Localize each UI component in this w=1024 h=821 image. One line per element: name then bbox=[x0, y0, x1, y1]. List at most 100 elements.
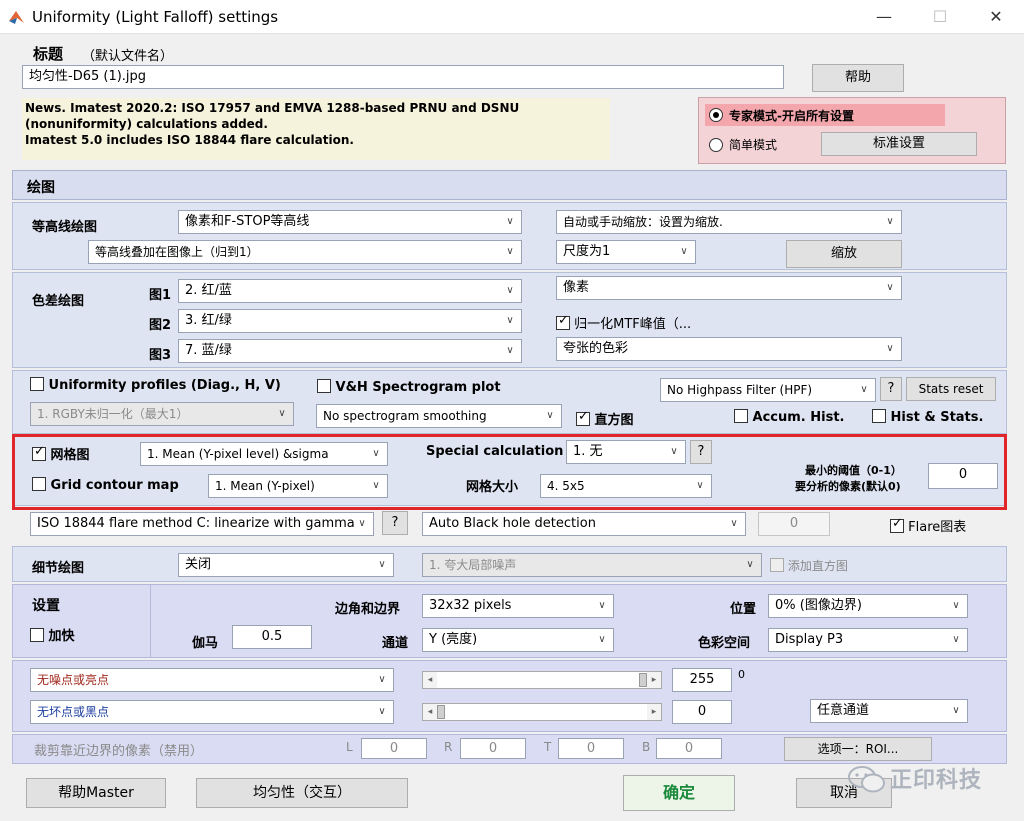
crop-label: 裁剪靠近边界的像素（禁用） bbox=[34, 744, 204, 759]
uniformity-profiles-option[interactable]: Uniformity profiles (Diag., H, V) bbox=[30, 377, 281, 393]
maximize-button[interactable]: ☐ bbox=[920, 4, 960, 30]
chevron-down-icon: ∨ bbox=[598, 634, 606, 645]
fig2-label: 图2 bbox=[149, 318, 172, 333]
plots-section-title: 绘图 bbox=[27, 180, 55, 196]
title-label: 标题 bbox=[33, 45, 64, 63]
title-bar: Uniformity (Light Falloff) settings — ☐ … bbox=[0, 0, 1024, 34]
flare-chart-option[interactable]: Flare图表 bbox=[890, 516, 966, 535]
add-histogram-option[interactable]: 添加直方图 bbox=[770, 557, 848, 574]
window-title: Uniformity (Light Falloff) settings bbox=[32, 8, 279, 26]
speedup-option[interactable]: 加快 bbox=[30, 625, 75, 644]
no-bad-select[interactable]: 无坏点或黑点 ∨ bbox=[30, 700, 394, 724]
upper-slider-thumb[interactable] bbox=[639, 673, 647, 687]
histogram-checkbox[interactable] bbox=[576, 409, 590, 426]
add-histogram-checkbox[interactable] bbox=[770, 558, 784, 572]
chevron-down-icon: ∨ bbox=[506, 345, 514, 356]
option-roi-button[interactable]: 选项一：ROI... bbox=[784, 737, 932, 761]
upper-slider[interactable]: ◂ ▸ bbox=[422, 671, 662, 689]
lower-value-input[interactable]: 0 bbox=[672, 700, 732, 724]
chevron-down-icon: ∨ bbox=[278, 408, 286, 419]
fig2-select[interactable]: 3. 红/绿 ∨ bbox=[178, 309, 522, 333]
expert-mode-radio[interactable] bbox=[709, 108, 723, 122]
gamma-input[interactable]: 0.5 bbox=[232, 625, 312, 649]
histogram-option[interactable]: 直方图 bbox=[576, 409, 634, 428]
lower-slider[interactable]: ◂ ▸ bbox=[422, 703, 662, 721]
position-select[interactable]: 0% (图像边界) ∨ bbox=[768, 594, 968, 618]
crop-r-input[interactable]: 0 bbox=[460, 738, 526, 759]
vh-spectrogram-label: V&H Spectrogram plot bbox=[335, 380, 501, 395]
contour-overlay-select[interactable]: 等高线叠加在图像上（归到1） ∨ bbox=[88, 240, 522, 264]
highlight-box bbox=[12, 434, 1007, 510]
mode-panel: 专家模式-开启所有设置 简单模式 标准设置 bbox=[698, 97, 1006, 164]
channel-select[interactable]: Y (亮度) ∨ bbox=[422, 628, 614, 652]
plots-section-header: 绘图 bbox=[12, 170, 1007, 200]
minimize-button[interactable]: — bbox=[864, 4, 904, 30]
spectrogram-smoothing-select[interactable]: No spectrogram smoothing ∨ bbox=[316, 404, 562, 428]
fig1-select[interactable]: 2. 红/蓝 ∨ bbox=[178, 279, 522, 303]
pixel-select[interactable]: 像素 ∨ bbox=[556, 276, 902, 300]
detail-select[interactable]: 关闭 ∨ bbox=[178, 553, 394, 577]
uniformity-interactive-button[interactable]: 均匀性（交互） bbox=[196, 778, 408, 808]
stats-reset-button[interactable]: Stats reset bbox=[906, 377, 996, 401]
rgby-select[interactable]: 1. RGBY未归一化（最大1） ∨ bbox=[30, 402, 294, 426]
simple-mode-label: 简单模式 bbox=[729, 138, 778, 152]
chevron-down-icon: ∨ bbox=[886, 282, 894, 293]
news-line-2: (nonuniformity) calculations added. bbox=[25, 117, 268, 131]
gamma-label: 伽马 bbox=[192, 636, 219, 651]
hist-stats-checkbox[interactable] bbox=[872, 409, 886, 423]
hpf-select[interactable]: No Highpass Filter (HPF) ∨ bbox=[660, 378, 876, 402]
upper-value-input[interactable]: 255 bbox=[672, 668, 732, 692]
add-histogram-label: 添加直方图 bbox=[787, 559, 848, 573]
hist-stats-option[interactable]: Hist & Stats. bbox=[872, 409, 983, 425]
expert-mode-option[interactable]: 专家模式-开启所有设置 bbox=[705, 104, 945, 126]
vh-spectrogram-checkbox[interactable] bbox=[317, 379, 331, 393]
hpf-help-button[interactable]: ? bbox=[880, 377, 902, 401]
flare-method-select[interactable]: ISO 18844 flare method C: linearize with… bbox=[30, 512, 374, 536]
simple-mode-radio[interactable] bbox=[709, 138, 723, 152]
no-noise-select[interactable]: 无噪点或亮点 ∨ bbox=[30, 668, 394, 692]
crop-t-input[interactable]: 0 bbox=[558, 738, 624, 759]
chevron-down-icon: ∨ bbox=[952, 634, 960, 645]
black-hole-select[interactable]: Auto Black hole detection ∨ bbox=[422, 512, 746, 536]
flare-help-button[interactable]: ? bbox=[382, 511, 408, 535]
zoom-button[interactable]: 缩放 bbox=[786, 240, 902, 268]
colorspace-select[interactable]: Display P3 ∨ bbox=[768, 628, 968, 652]
scale-mode-select[interactable]: 自动或手动缩放：设置为缩放. ∨ bbox=[556, 210, 902, 234]
normalize-mtf-checkbox[interactable] bbox=[556, 313, 570, 330]
help-master-button[interactable]: 帮助Master bbox=[26, 778, 166, 808]
ok-button[interactable]: 确定 bbox=[623, 775, 735, 811]
standard-settings-button[interactable]: 标准设置 bbox=[821, 132, 977, 156]
watermark-text: 正印科技 bbox=[890, 768, 983, 793]
help-button[interactable]: 帮助 bbox=[812, 64, 904, 92]
crop-b-label: B bbox=[642, 740, 651, 754]
crop-t-label: T bbox=[544, 740, 552, 754]
slider-left-arrow-icon[interactable]: ◂ bbox=[423, 672, 437, 688]
speedup-checkbox[interactable] bbox=[30, 628, 44, 642]
exaggerated-color-select[interactable]: 夸张的色彩 ∨ bbox=[556, 337, 902, 361]
slider-left-arrow-icon[interactable]: ◂ bbox=[423, 704, 437, 720]
corner-select[interactable]: 32x32 pixels ∨ bbox=[422, 594, 614, 618]
flare-chart-checkbox[interactable] bbox=[890, 516, 904, 533]
hist-stats-label: Hist & Stats. bbox=[890, 410, 984, 425]
filename-input[interactable]: 均匀性-D65 (1).jpg bbox=[22, 65, 784, 89]
accum-hist-checkbox[interactable] bbox=[734, 409, 748, 423]
crop-l-input[interactable]: 0 bbox=[361, 738, 427, 759]
close-button[interactable]: ✕ bbox=[976, 4, 1016, 30]
vh-spectrogram-option[interactable]: V&H Spectrogram plot bbox=[317, 379, 501, 395]
normalize-mtf-option[interactable]: 归一化MTF峰值（... bbox=[556, 313, 691, 332]
uniformity-profiles-checkbox[interactable] bbox=[30, 377, 44, 391]
fig3-select[interactable]: 7. 蓝/绿 ∨ bbox=[178, 339, 522, 363]
chevron-down-icon: ∨ bbox=[378, 706, 386, 717]
speedup-label: 加快 bbox=[48, 629, 75, 644]
slider-right-arrow-icon[interactable]: ▸ bbox=[647, 672, 661, 688]
crop-b-input[interactable]: 0 bbox=[656, 738, 722, 759]
contour-type-select[interactable]: 像素和F-STOP等高线 ∨ bbox=[178, 210, 522, 234]
noise-select[interactable]: 1. 夸大局部噪声 ∨ bbox=[422, 553, 762, 577]
matlab-logo-icon bbox=[9, 11, 24, 24]
scale-value-select[interactable]: 尺度为1 ∨ bbox=[556, 240, 696, 264]
any-channel-select[interactable]: 任意通道 ∨ bbox=[810, 699, 968, 723]
accum-hist-label: Accum. Hist. bbox=[752, 410, 845, 425]
accum-hist-option[interactable]: Accum. Hist. bbox=[734, 409, 845, 425]
lower-slider-thumb[interactable] bbox=[437, 705, 445, 719]
slider-right-arrow-icon[interactable]: ▸ bbox=[647, 704, 661, 720]
